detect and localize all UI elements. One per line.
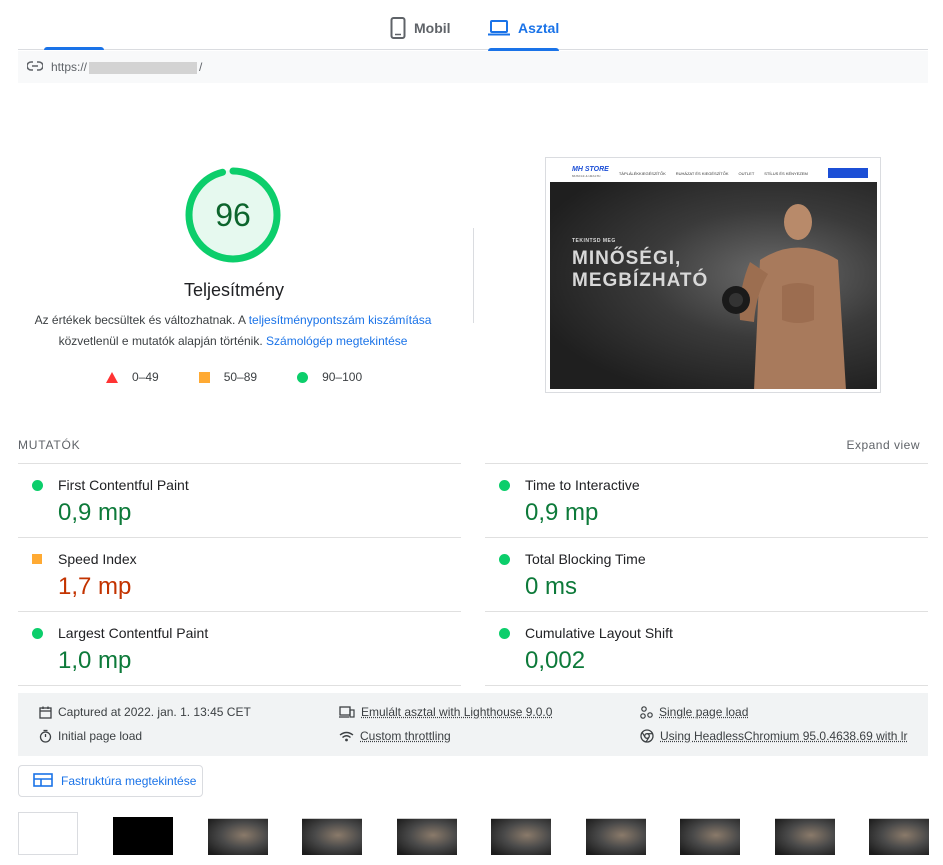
divider xyxy=(473,228,474,323)
treemap-button-label: Fastruktúra megtekintése xyxy=(61,774,197,788)
filmstrip-frame xyxy=(869,815,929,855)
filmstrip-frame xyxy=(491,815,551,855)
score-title: Teljesítmény xyxy=(183,280,285,300)
redacted-domain xyxy=(89,61,198,74)
score-legend: 0–49 50–89 90–100 xyxy=(106,370,362,384)
score-calc-link[interactable]: teljesítménypontszám kiszámítása xyxy=(249,313,432,327)
metric-label: First Contentful Paint xyxy=(58,477,189,493)
filmstrip-frame xyxy=(585,815,646,855)
smartphone-icon xyxy=(390,17,406,39)
preview-logo: MH STORE MUSCLE & HEALTH xyxy=(572,166,609,178)
url-bar: https:/// xyxy=(18,51,928,83)
view-treemap-button[interactable]: Fastruktúra megtekintése xyxy=(18,765,203,797)
legend-average: 50–89 xyxy=(198,370,257,384)
metric-value: 0 ms xyxy=(525,573,578,600)
hero-title: MINŐSÉGI, MEGBÍZHATÓ xyxy=(572,248,709,291)
calendar-icon xyxy=(39,706,52,719)
filmstrip-frame xyxy=(113,817,173,855)
legend-bad: 0–49 xyxy=(106,370,159,384)
metrics-header: MUTATÓK Expand view xyxy=(18,438,920,452)
metric-label: Time to Interactive xyxy=(525,477,640,493)
filmstrip-frame xyxy=(18,812,78,855)
device-tabs: Mobil Asztal xyxy=(18,0,928,51)
metrics-column-right: Time to Interactive 0,9 mp Total Blocking … xyxy=(485,463,928,685)
emulated-device-info[interactable]: Emulált asztal with Lighthouse 9.0.0 xyxy=(339,705,552,719)
preview-nav-item: OUTLET xyxy=(738,170,755,176)
hero-image: TEKINTSD MEG MINŐSÉGI, MEGBÍZHATÓ xyxy=(550,180,877,389)
metric-value: 1,0 mp xyxy=(58,647,132,674)
link-icon xyxy=(26,60,44,74)
filmstrip-frame xyxy=(207,815,268,855)
divider xyxy=(18,685,461,686)
metric-row: Total Blocking Time 0 ms xyxy=(485,537,928,611)
page-screenshot: TEKINTSD MEG MINŐSÉGI, MEGBÍZHATÓ MH STOR… xyxy=(545,157,881,393)
expand-view-button[interactable]: Expand view xyxy=(846,438,920,452)
metric-row: Cumulative Layout Shift 0,002 xyxy=(485,611,928,685)
metric-row: Time to Interactive 0,9 mp xyxy=(485,463,928,537)
browser-info[interactable]: Using HeadlessChromium 95.0.4638.69 with… xyxy=(640,729,907,743)
preview-nav-item: STÍLUS ÉS KÉNYEZEM xyxy=(764,170,808,176)
circle-icon xyxy=(297,371,309,383)
filmstrip-frame xyxy=(774,815,835,855)
hero-eyebrow: TEKINTSD MEG xyxy=(572,238,616,244)
metric-row: Speed Index 1,7 mp xyxy=(18,537,461,611)
tab-desktop[interactable]: Asztal xyxy=(488,6,560,51)
legend-good: 90–100 xyxy=(297,370,362,384)
performance-score: 96 xyxy=(215,196,251,233)
chrome-icon xyxy=(640,729,654,743)
tab-desktop-label: Asztal xyxy=(518,20,560,36)
laptop-icon xyxy=(488,20,510,36)
calculator-link[interactable]: Számológép megtekintése xyxy=(266,334,407,348)
square-icon xyxy=(32,554,42,564)
nodes-icon xyxy=(640,705,653,719)
filmstrip-frame xyxy=(680,815,740,855)
divider xyxy=(485,685,928,686)
preview-nav-item: RUHÁZAT ÉS KIEGÉSZÍTŐK xyxy=(675,170,729,176)
treemap-icon xyxy=(33,772,53,790)
circle-icon xyxy=(32,480,43,491)
run-info-bar: Captured at 2022. jan. 1. 13:45 CET Init… xyxy=(18,693,928,756)
analyzed-url: https:/// xyxy=(51,60,203,74)
metric-label: Cumulative Layout Shift xyxy=(525,625,673,641)
initial-load-info: Initial page load xyxy=(39,729,142,743)
circle-icon xyxy=(499,554,510,565)
circle-icon xyxy=(32,628,43,639)
timer-icon xyxy=(39,729,52,743)
metric-row: First Contentful Paint 0,9 mp xyxy=(18,463,461,537)
filmstrip xyxy=(18,812,929,857)
athlete-image xyxy=(722,204,846,389)
metric-row: Largest Contentful Paint 1,0 mp xyxy=(18,611,461,685)
preview-navbar: MH STORE MUSCLE & HEALTH TÁPLÁLÉKKIEGÉSZÍ… xyxy=(550,164,877,182)
square-icon xyxy=(198,371,210,383)
metric-label: Largest Contentful Paint xyxy=(58,625,209,641)
metric-label: Speed Index xyxy=(58,551,137,567)
tab-mobile-label: Mobil xyxy=(414,20,451,36)
filmstrip-frame xyxy=(396,815,457,855)
single-load-info[interactable]: Single page load xyxy=(640,705,748,719)
filmstrip-frame xyxy=(302,815,362,855)
circle-icon xyxy=(499,628,510,639)
score-description: Az értékek becsültek és változhatnak. A … xyxy=(34,313,432,348)
metrics-column-left: First Contentful Paint 0,9 mp Speed Index 1… xyxy=(18,463,461,685)
preview-search xyxy=(827,168,868,178)
metric-value: 0,9 mp xyxy=(525,499,599,526)
circle-icon xyxy=(499,480,510,491)
devices-icon xyxy=(339,706,355,718)
metric-value: 1,7 mp xyxy=(58,573,132,600)
metric-value: 0,002 xyxy=(525,647,586,674)
metric-value: 0,9 mp xyxy=(58,499,132,526)
preview-nav-item: TÁPLÁLÉKKIEGÉSZÍTŐK xyxy=(618,170,666,176)
signal-icon xyxy=(339,731,354,742)
metrics-title: MUTATÓK xyxy=(18,438,81,452)
tab-indicator xyxy=(44,47,104,50)
captured-info: Captured at 2022. jan. 1. 13:45 CET xyxy=(39,705,251,719)
triangle-icon xyxy=(106,371,118,383)
tab-mobile[interactable]: Mobil xyxy=(390,6,451,50)
metric-label: Total Blocking Time xyxy=(525,551,646,567)
throttling-info[interactable]: Custom throttling xyxy=(339,729,451,743)
